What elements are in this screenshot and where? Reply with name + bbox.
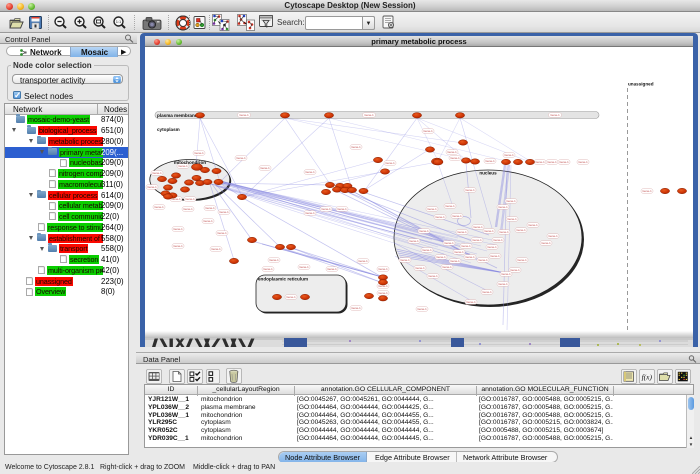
svg-text:Gene-1: Gene-1	[299, 265, 309, 269]
svg-text:Gene-1: Gene-1	[427, 207, 437, 211]
svg-text:Gene-1: Gene-1	[364, 113, 374, 117]
svg-text:Gene-1: Gene-1	[305, 211, 315, 215]
svg-text:Gene-1: Gene-1	[465, 255, 475, 259]
svg-text:Gene-1: Gene-1	[506, 199, 516, 203]
svg-text:Gene-1: Gene-1	[442, 265, 452, 269]
svg-text:unassigned: unassigned	[628, 82, 654, 87]
svg-text:Gene-1: Gene-1	[422, 248, 432, 252]
svg-text:Gene-1: Gene-1	[236, 156, 246, 160]
svg-text:Gene-1: Gene-1	[516, 228, 526, 232]
svg-text:Gene-1: Gene-1	[472, 238, 482, 242]
svg-text:Gene-1: Gene-1	[239, 113, 249, 117]
svg-text:Gene-1: Gene-1	[450, 259, 460, 263]
svg-text:Gene-1: Gene-1	[378, 267, 388, 271]
svg-text:Gene-1: Gene-1	[548, 234, 558, 238]
svg-text:Gene-1: Gene-1	[504, 153, 514, 157]
svg-text:Gene-1: Gene-1	[435, 215, 445, 219]
svg-text:Gene-1: Gene-1	[490, 254, 500, 258]
svg-text:Gene-1: Gene-1	[351, 145, 361, 149]
svg-text:Gene-1: Gene-1	[466, 300, 476, 304]
svg-text:Gene-1: Gene-1	[528, 223, 538, 227]
svg-text:Gene-1: Gene-1	[535, 160, 545, 164]
svg-text:Gene-1: Gene-1	[493, 238, 503, 242]
svg-text:Gene-1: Gene-1	[642, 189, 652, 193]
svg-text:Gene-1: Gene-1	[473, 225, 483, 229]
svg-text:Gene-1: Gene-1	[450, 156, 460, 160]
svg-text:Gene-1: Gene-1	[327, 267, 337, 271]
svg-text:Gene-1: Gene-1	[423, 129, 433, 133]
svg-text:Gene-1: Gene-1	[219, 210, 229, 214]
svg-text:Gene-1: Gene-1	[152, 171, 162, 175]
svg-text:Gene-1: Gene-1	[154, 205, 164, 209]
svg-text:Gene-1: Gene-1	[217, 231, 227, 235]
svg-text:Gene-1: Gene-1	[415, 266, 425, 270]
svg-text:Gene-1: Gene-1	[205, 206, 215, 210]
svg-text:Gene-1: Gene-1	[444, 241, 454, 245]
svg-text:Gene-1: Gene-1	[445, 204, 455, 208]
svg-text:Gene-1: Gene-1	[428, 274, 438, 278]
svg-text:f(x): f(x)	[642, 373, 653, 382]
svg-text:Gene-1: Gene-1	[507, 217, 517, 221]
svg-text:Gene-1: Gene-1	[385, 161, 395, 165]
svg-text:Gene-1: Gene-1	[337, 207, 347, 211]
svg-text:Gene-1: Gene-1	[263, 267, 273, 271]
svg-text:Gene-1: Gene-1	[487, 245, 497, 249]
svg-text:Gene-1: Gene-1	[482, 290, 492, 294]
svg-text:mitochondrion: mitochondrion	[174, 160, 206, 165]
svg-text:Gene-1: Gene-1	[454, 250, 464, 254]
svg-text:Gene-1: Gene-1	[510, 268, 520, 272]
svg-text:Gene-1: Gene-1	[578, 160, 588, 164]
svg-text:cytoplasm: cytoplasm	[157, 127, 180, 132]
svg-text:Gene-1: Gene-1	[173, 227, 183, 231]
svg-text:Gene-1: Gene-1	[498, 205, 508, 209]
svg-text:Gene-1: Gene-1	[498, 282, 508, 286]
svg-text:Gene-1: Gene-1	[173, 244, 183, 248]
svg-text:Gene-1: Gene-1	[358, 259, 368, 263]
svg-text:Gene-1: Gene-1	[417, 307, 427, 311]
svg-text:Gene-1: Gene-1	[501, 272, 511, 276]
svg-text:endoplasmic reticulum: endoplasmic reticulum	[258, 277, 308, 282]
svg-text:Gene-1: Gene-1	[559, 160, 569, 164]
svg-text:Gene-1: Gene-1	[461, 244, 471, 248]
svg-text:Gene-1: Gene-1	[436, 255, 446, 259]
svg-text:Gene-1: Gene-1	[378, 291, 388, 295]
svg-text:Gene-1: Gene-1	[194, 151, 204, 155]
svg-text:Gene-1: Gene-1	[269, 258, 279, 262]
svg-text:Gene-1: Gene-1	[203, 219, 213, 223]
svg-text:Gene-1: Gene-1	[457, 230, 467, 234]
svg-text:Gene-1: Gene-1	[550, 113, 560, 117]
svg-text:Gene-1: Gene-1	[351, 306, 361, 310]
svg-text:Gene-1: Gene-1	[447, 150, 457, 154]
svg-text:Gene-1: Gene-1	[452, 214, 462, 218]
svg-text:Gene-1: Gene-1	[400, 258, 410, 262]
svg-text:Gene-1: Gene-1	[478, 258, 488, 262]
svg-text:nucleus: nucleus	[479, 171, 497, 176]
svg-text:plasma membrane: plasma membrane	[157, 113, 198, 118]
svg-text:Gene-1: Gene-1	[465, 188, 475, 192]
svg-text:Gene-1: Gene-1	[183, 207, 193, 211]
svg-text:Gene-1: Gene-1	[147, 185, 157, 189]
svg-text:Gene-1: Gene-1	[541, 241, 551, 245]
svg-text:Gene-1: Gene-1	[260, 166, 270, 170]
svg-text:1:1: 1:1	[116, 19, 122, 24]
svg-text:Gene-1: Gene-1	[409, 239, 419, 243]
svg-text:Gene-1: Gene-1	[286, 295, 296, 299]
svg-text:Gene-1: Gene-1	[419, 229, 429, 233]
svg-text:Gene-1: Gene-1	[547, 160, 557, 164]
svg-text:Gene-1: Gene-1	[484, 229, 494, 233]
svg-text:Gene-1: Gene-1	[485, 159, 495, 163]
svg-text:Gene-1: Gene-1	[211, 247, 221, 251]
svg-text:Gene-1: Gene-1	[321, 207, 331, 211]
svg-text:Gene-1: Gene-1	[517, 258, 527, 262]
svg-text:Gene-1: Gene-1	[499, 230, 509, 234]
svg-text:Gene-1: Gene-1	[185, 197, 195, 201]
svg-text:Gene-1: Gene-1	[305, 170, 315, 174]
